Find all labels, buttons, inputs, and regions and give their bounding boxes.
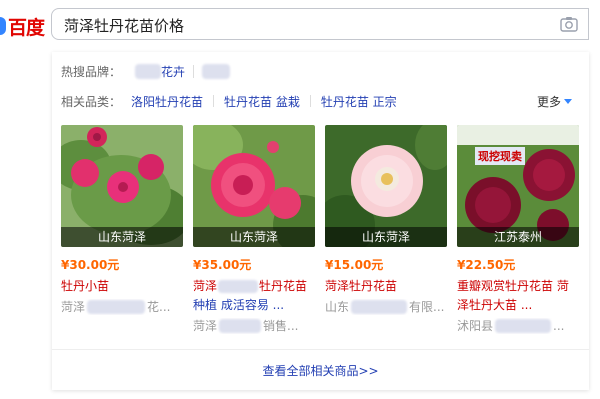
blurred-shop: [495, 319, 552, 333]
product-location: 山东菏泽: [193, 227, 315, 247]
divider: [309, 95, 311, 107]
image-caption: 现挖现卖: [475, 147, 525, 165]
product-title[interactable]: 菏泽 牡丹花苗 种植 成活容易 ...: [193, 277, 315, 315]
chevron-down-icon: [564, 98, 572, 104]
shop-name[interactable]: 山东 有限...: [325, 299, 447, 315]
blurred-brand-2[interactable]: [202, 63, 231, 79]
divider: [193, 64, 195, 78]
blurred-brand: [135, 63, 162, 79]
search-input[interactable]: [62, 13, 546, 37]
product-title[interactable]: 菏泽牡丹花苗: [325, 277, 447, 296]
product-price: ¥35.00元: [193, 258, 252, 272]
paw-icon: [0, 17, 6, 35]
product-image[interactable]: 现挖现卖 江苏泰州: [457, 125, 579, 247]
blurred-title: [218, 280, 259, 293]
card-footer: 查看全部相关商品>>: [52, 349, 589, 390]
more-label: 更多: [536, 94, 561, 109]
hot-brands-label: 热搜品牌：: [61, 64, 122, 79]
more-button[interactable]: 更多: [537, 92, 572, 110]
product-image[interactable]: 山东菏泽: [193, 125, 315, 247]
blurred-shop: [219, 319, 262, 333]
product-price: ¥15.00元: [325, 258, 384, 272]
top-bar: 百度: [0, 0, 600, 52]
product-card[interactable]: 现挖现卖 江苏泰州 ¥22.50元 重瓣观赏牡丹花苗 菏泽牡丹大苗 ... 沭阳…: [457, 125, 579, 334]
product-price: ¥22.50元: [457, 258, 516, 272]
related-label: 相关品类：: [61, 94, 122, 109]
blurred-shop: [351, 300, 408, 314]
search-box[interactable]: [51, 8, 589, 40]
product-location: 山东菏泽: [325, 227, 447, 247]
shop-name[interactable]: 菏泽 销售...: [193, 318, 315, 334]
product-location: 江苏泰州: [457, 227, 579, 247]
logo-text: 百度: [8, 16, 45, 39]
hot-brand-item[interactable]: 花卉: [161, 63, 185, 80]
shopping-card: 热搜品牌： 花卉 相关品类： 洛阳牡丹花苗 牡丹花苗 盆栽 牡丹花苗 正宗 更多: [52, 52, 589, 390]
product-card[interactable]: 山东菏泽 ¥15.00元 菏泽牡丹花苗 山东 有限...: [325, 125, 447, 315]
shop-name[interactable]: 沭阳县 ...: [457, 318, 579, 334]
product-card[interactable]: 山东菏泽 ¥30.00元 牡丹小苗 菏泽 花...: [61, 125, 183, 315]
product-list: 山东菏泽 ¥30.00元 牡丹小苗 菏泽 花... 山东菏泽 ¥35.00元 菏…: [61, 125, 581, 345]
product-title[interactable]: 重瓣观赏牡丹花苗 菏泽牡丹大苗 ...: [457, 277, 579, 315]
product-image[interactable]: 山东菏泽: [325, 125, 447, 247]
product-title[interactable]: 牡丹小苗: [61, 277, 183, 296]
camera-icon[interactable]: [560, 16, 578, 32]
product-price: ¥30.00元: [61, 258, 120, 272]
product-image[interactable]: 山东菏泽: [61, 125, 183, 247]
hot-brands-row: 热搜品牌： 花卉: [61, 62, 231, 80]
product-location: 山东菏泽: [61, 227, 183, 247]
shop-name[interactable]: 菏泽 花...: [61, 299, 183, 315]
related-item-2[interactable]: 牡丹花苗 正宗: [321, 93, 397, 110]
related-item-1[interactable]: 牡丹花苗 盆栽: [224, 93, 300, 110]
product-card[interactable]: 山东菏泽 ¥35.00元 菏泽 牡丹花苗 种植 成活容易 ... 菏泽 销售...: [193, 125, 315, 334]
baidu-logo[interactable]: 百度: [0, 14, 45, 39]
view-all-products-link[interactable]: 查看全部相关商品>>: [52, 362, 589, 379]
related-categories-row: 相关品类： 洛阳牡丹花苗 牡丹花苗 盆栽 牡丹花苗 正宗: [61, 92, 397, 110]
related-item-0[interactable]: 洛阳牡丹花苗: [131, 93, 203, 110]
blurred-shop: [87, 300, 146, 314]
divider: [213, 95, 215, 107]
